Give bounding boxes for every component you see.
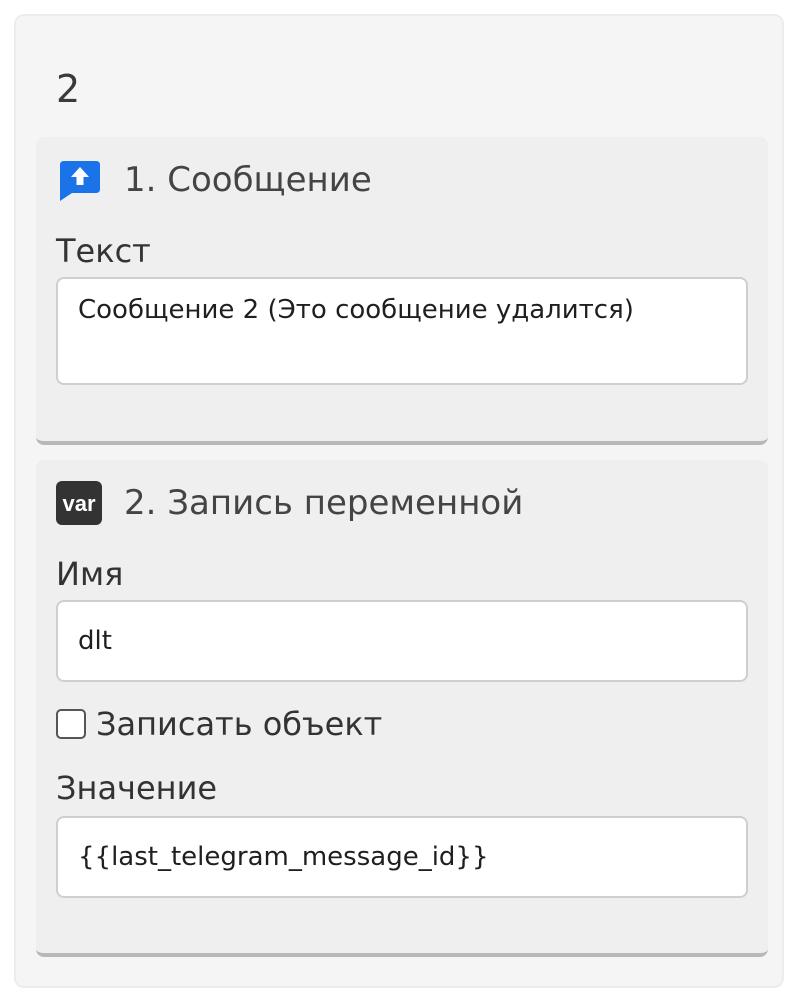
variable-name-input[interactable]: dlt	[56, 600, 748, 682]
message-block[interactable]: 1. Сообщение Текст Сообщение 2 (Это сооб…	[36, 137, 768, 445]
variable-name-value: dlt	[78, 626, 112, 656]
save-object-checkbox[interactable]	[56, 709, 86, 739]
message-upload-icon	[56, 157, 102, 203]
save-object-checkbox-row[interactable]: Записать объект	[56, 704, 382, 744]
name-field-label: Имя	[56, 555, 124, 593]
variable-value-text: {{last_telegram_message_id}}	[78, 842, 489, 872]
variable-icon: var	[56, 480, 102, 526]
message-block-title: 1. Сообщение	[124, 160, 372, 200]
variable-block-title: 2. Запись переменной	[124, 483, 524, 523]
text-field-label: Текст	[56, 232, 151, 270]
save-object-checkbox-label: Записать объект	[96, 705, 383, 743]
step-card: 2 1. Сообщение Текст Сообщение 2 (Это со…	[14, 14, 784, 988]
message-text-input[interactable]: Сообщение 2 (Это сообщение удалится)	[56, 277, 748, 385]
variable-value-input[interactable]: {{last_telegram_message_id}}	[56, 816, 748, 898]
variable-block-header: var 2. Запись переменной	[56, 480, 523, 526]
variable-block[interactable]: var 2. Запись переменной Имя dlt Записат…	[36, 460, 768, 957]
message-block-header: 1. Сообщение	[56, 157, 372, 203]
svg-text:var: var	[62, 491, 95, 516]
value-field-label: Значение	[56, 769, 218, 807]
message-text-value: Сообщение 2 (Это сообщение удалится)	[78, 295, 634, 325]
step-number-title: 2	[56, 67, 81, 111]
